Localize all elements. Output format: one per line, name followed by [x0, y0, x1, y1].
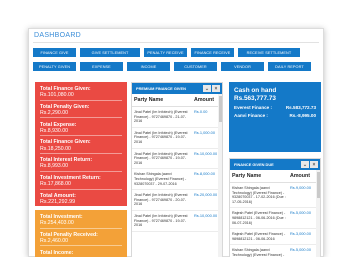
close-icon[interactable]: × — [212, 85, 220, 92]
scrollbar[interactable] — [316, 170, 320, 257]
stat-value: Rs.8,930.00 — [40, 127, 68, 134]
party-name-cell: Jinal Patel (Im Infotech) (Everest Finan… — [132, 106, 192, 128]
stat-item: Total Penalty Received: Rs.2,460.00 — [40, 232, 122, 247]
dashboard-window: DASHBOARD FINANCE GIVE GIVE SETTLEMENT PEN… — [28, 28, 324, 257]
panel-header: FINANCE GIVEN DUE ⌄ × — [230, 159, 320, 170]
party-name-cell: Jinal Patel (Im Infotech) (Everest Finan… — [132, 189, 192, 211]
table-row[interactable]: Jinal Patel (Im Infotech) (Everest Finan… — [132, 106, 222, 128]
page-title: DASHBOARD — [34, 32, 82, 39]
stat-item: Total Finance Given: Rs.18,250.00 — [40, 139, 122, 154]
table-row[interactable]: Kishan Shingala (aanvi Technology) (Ever… — [132, 168, 222, 191]
cash-line-value: Rs.583,772.73 — [285, 105, 316, 110]
column-header-party: Party Name — [230, 170, 288, 183]
stat-item: Total Finance Given: Rs.101,080.00 — [40, 86, 122, 101]
nav-button-customer[interactable]: CUSTOMER — [174, 62, 217, 71]
cash-line-name: Everest Finance : — [234, 105, 273, 110]
stat-divider — [40, 117, 122, 119]
premium-finance-panel: PREMIUM FINANCE GIVEN ⌄ × Party Name Amo… — [131, 82, 223, 257]
party-name-cell: Jinal Patel (Im Infotech) (Everest Finan… — [132, 148, 192, 170]
stat-divider — [40, 170, 122, 172]
cash-label: Cash on hand — [234, 87, 277, 94]
stat-divider — [40, 99, 122, 101]
party-name-cell: Kishan Shingala (aanvi Technology) (Ever… — [230, 244, 288, 257]
column-header-party: Party Name — [132, 94, 192, 107]
cash-line-value: Rs.-8,995.00 — [289, 113, 316, 118]
nav-button-penalty-given[interactable]: PENALTY GIVEN — [33, 62, 76, 71]
nav-button-daily-report[interactable]: DAILY REPORT — [268, 62, 311, 71]
panel-header: PREMIUM FINANCE GIVEN ⌄ × — [132, 83, 222, 94]
title-divider — [33, 42, 319, 43]
stat-value: Rs.8,993.00 — [40, 163, 68, 170]
table-row[interactable]: Jinal Patel (Im Infotech) (Everest Finan… — [132, 189, 222, 211]
stat-item: Total Amount: Rs.221,292.99 — [40, 193, 122, 208]
stat-item: Total Investment: Rs.254,403.00 — [40, 214, 122, 229]
close-icon[interactable]: × — [310, 161, 318, 168]
cash-line: Aanvi Finance : Rs.-8,995.00 — [234, 113, 316, 118]
stat-divider — [40, 245, 122, 247]
party-name-cell: Rajesh Patel (Everest Finance) - 9898812… — [230, 207, 288, 230]
premium-table: Party Name Amount Jinal Patel (Im Infote… — [132, 94, 222, 232]
collapse-icon[interactable]: ⌄ — [301, 161, 309, 168]
party-name-cell: Jinal Patel (Im Infotech) (Everest Finan… — [132, 210, 192, 232]
scrollbar-thumb[interactable] — [316, 172, 320, 198]
nav-button-finance-receive[interactable]: FINANCE RECEIVE — [191, 48, 234, 57]
stat-value: Rs.101,080.00 — [40, 92, 74, 99]
nav-button-expense[interactable]: EXPENSE — [80, 62, 123, 71]
stat-item: Total Income: — [40, 250, 122, 257]
stat-item: Total Penalty Given: Rs.2,290.00 — [40, 104, 122, 119]
stat-divider — [40, 188, 122, 190]
collapse-icon[interactable]: ⌄ — [203, 85, 211, 92]
nav-button-vendor[interactable]: VENDOR — [221, 62, 264, 71]
stat-item: Total Investment Return: Rs.17,868.00 — [40, 175, 122, 190]
party-name-cell: Kishan Shingala (aanvi Technology) (Ever… — [132, 168, 192, 191]
cash-value: Rs.563,777.73 — [234, 95, 276, 102]
scrollbar-thumb[interactable] — [218, 96, 222, 122]
stat-value: Rs.17,868.00 — [40, 181, 71, 188]
nav-button-penalty-receive[interactable]: PENALTY RECEIVE — [144, 48, 187, 57]
nav-button-receive-settlement[interactable]: RECEIVE SETTLEMENT — [238, 48, 300, 57]
nav-row-1: FINANCE GIVE GIVE SETTLEMENT PENALTY RECEI… — [33, 48, 300, 57]
panel-title: FINANCE GIVEN DUE — [234, 162, 274, 167]
income-card: Total Investment: Rs.254,403.00 Total Pena… — [35, 210, 127, 257]
cash-line-name: Aanvi Finance : — [234, 113, 268, 118]
stat-value: Rs.2,290.00 — [40, 109, 68, 116]
nav-row-2: PENALTY GIVEN EXPENSE INCOME CUSTOMER VENDOR… — [33, 62, 311, 71]
finance-due-panel: FINANCE GIVEN DUE ⌄ × Party Name Amount … — [229, 158, 321, 257]
due-table: Party Name Amount Kishan Shingala (aanvi… — [230, 170, 320, 257]
stat-value: Rs.18,250.00 — [40, 145, 71, 152]
stat-divider — [40, 152, 122, 154]
stat-value: Rs.2,460.00 — [40, 237, 68, 244]
table-row[interactable]: Jinal Patel (Im Infotech) (Everest Finan… — [132, 210, 222, 232]
stat-divider — [40, 206, 122, 208]
stat-value: Rs.221,292.99 — [40, 198, 76, 205]
table-row[interactable]: Rajesh Patel (Everest Finance) - 9898812… — [230, 228, 320, 246]
nav-button-finance-give[interactable]: FINANCE GIVE — [33, 48, 76, 57]
table-row[interactable]: Jinal Patel (Im Infotech) (Everest Finan… — [132, 127, 222, 149]
stat-value: Rs.254,403.00 — [40, 220, 74, 227]
nav-button-income[interactable]: INCOME — [127, 62, 170, 71]
stat-divider — [40, 135, 122, 137]
party-name-cell: Jinal Patel (Im Infotech) (Everest Finan… — [132, 127, 192, 149]
stat-item: Total Interest Return: Rs.8,993.00 — [40, 157, 122, 172]
scrollbar[interactable] — [218, 94, 222, 257]
table-row[interactable]: Kishan Shingala (aanvi Technology) (Ever… — [230, 244, 320, 257]
cash-card: Cash on hand Rs.563,777.73 Everest Finan… — [229, 82, 321, 152]
totals-card: Total Finance Given: Rs.101,080.00 Total P… — [35, 82, 127, 208]
table-row[interactable]: Kishan Shingala (aanvi Technology) (Ever… — [230, 182, 320, 209]
party-name-cell: Kishan Shingala (aanvi Technology) (Ever… — [230, 182, 288, 209]
party-name-cell: Rajesh Patel (Everest Finance) - 9898812… — [230, 228, 288, 246]
panel-title: PREMIUM FINANCE GIVEN — [136, 86, 186, 91]
stat-item: Total Expense: Rs.8,930.00 — [40, 122, 122, 137]
table-row[interactable]: Rajesh Patel (Everest Finance) - 9898812… — [230, 207, 320, 230]
cash-line: Everest Finance : Rs.583,772.73 — [234, 105, 316, 110]
table-row[interactable]: Jinal Patel (Im Infotech) (Everest Finan… — [132, 148, 222, 170]
nav-button-give-settlement[interactable]: GIVE SETTLEMENT — [80, 48, 140, 57]
stat-label: Total Income: — [40, 249, 74, 256]
stat-divider — [40, 227, 122, 229]
